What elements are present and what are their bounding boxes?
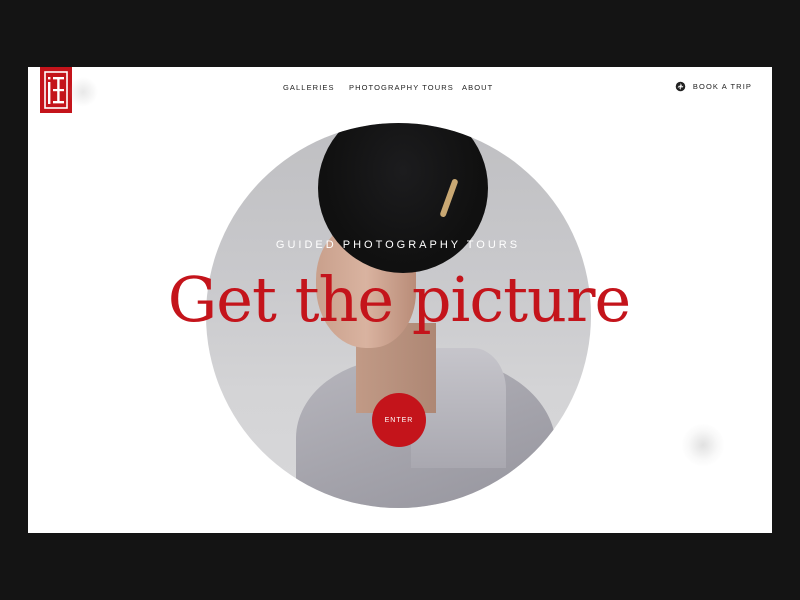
nav-about[interactable]: ABOUT: [462, 83, 493, 92]
book-a-trip-label: BOOK A TRIP: [692, 82, 752, 91]
logo-texture: [68, 77, 98, 107]
decorative-smudge: [682, 424, 724, 466]
enter-button[interactable]: ENTER: [372, 393, 426, 447]
hero-subtitle: GUIDED PHOTOGRAPHY TOURS: [275, 239, 521, 251]
camera-aperture-icon: [675, 81, 686, 92]
enter-label: ENTER: [384, 416, 414, 424]
book-a-trip-button[interactable]: BOOK A TRIP: [675, 81, 752, 92]
nav-photography-tours[interactable]: PHOTOGRAPHY TOURS: [349, 83, 454, 92]
page-card: GALLERIES PHOTOGRAPHY TOURS ABOUT BOOK A…: [28, 67, 772, 533]
nav-galleries[interactable]: GALLERIES: [283, 83, 335, 92]
ja-monogram-logo-icon: [44, 71, 68, 109]
hero-headline: Get the picture: [167, 263, 632, 336]
